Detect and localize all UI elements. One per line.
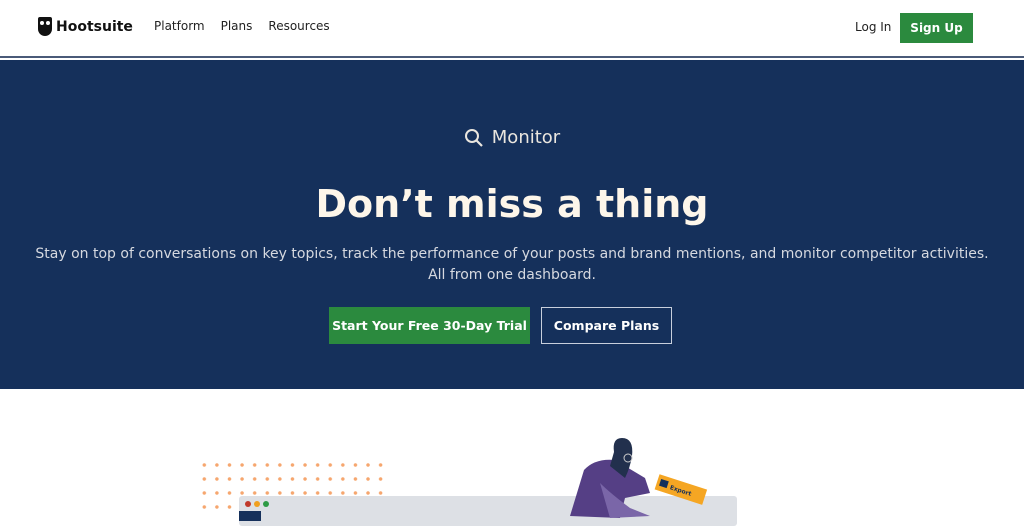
owl-icon	[38, 17, 52, 36]
nav-plans[interactable]: Plans	[221, 19, 253, 33]
person-illustration: Export	[570, 438, 708, 518]
page-title: Don’t miss a thing	[315, 182, 709, 226]
hootsuite-logo[interactable]: Hootsuite	[38, 17, 133, 36]
start-trial-button[interactable]: Start Your Free 30-Day Trial	[329, 307, 530, 344]
compare-plans-button[interactable]: Compare Plans	[541, 307, 672, 344]
eyebrow: Monitor	[0, 127, 1024, 148]
login-link[interactable]: Log In	[855, 20, 891, 34]
brand-name: Hootsuite	[56, 18, 133, 35]
nav-resources[interactable]: Resources	[268, 19, 329, 33]
hero-section: Monitor Don’t miss a thing Stay on top o…	[0, 60, 1024, 389]
signup-button[interactable]: Sign Up	[900, 13, 973, 43]
nav-platform[interactable]: Platform	[154, 19, 205, 33]
hero-subtitle: Stay on top of conversations on key topi…	[35, 246, 989, 283]
top-nav: Hootsuite Platform Plans Resources Log I…	[0, 0, 1024, 58]
search-icon	[464, 128, 483, 147]
eyebrow-label: Monitor	[491, 127, 561, 148]
